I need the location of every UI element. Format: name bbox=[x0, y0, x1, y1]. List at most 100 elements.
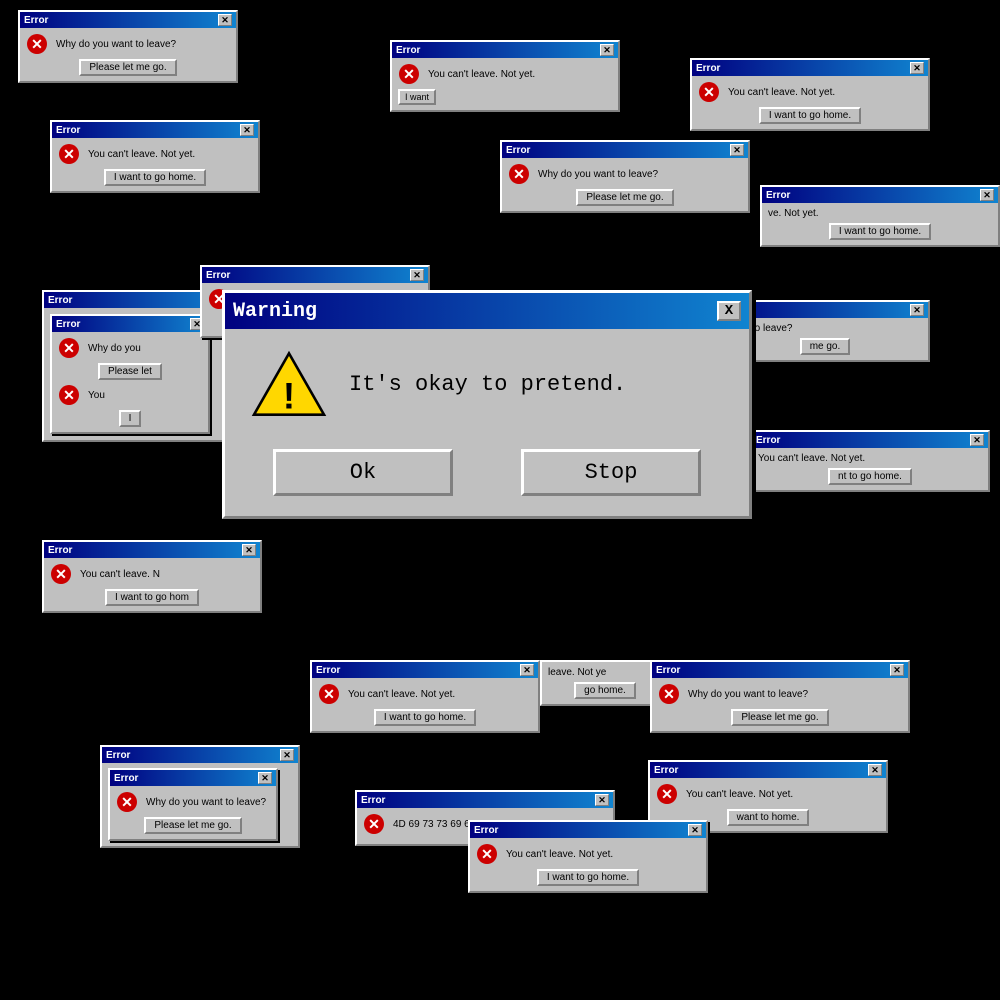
titlebar-16: Error ✕ bbox=[357, 792, 613, 808]
iwant-btn-18[interactable]: I want to go home. bbox=[537, 869, 639, 886]
msg-12: You can't leave. Not yet. bbox=[348, 689, 455, 700]
warning-triangle-icon: ! bbox=[249, 349, 329, 419]
title-7b: Error bbox=[56, 319, 80, 330]
iwant-btn-2[interactable]: I want to go home. bbox=[104, 169, 206, 186]
titlebar-6: Error ✕ bbox=[762, 187, 998, 203]
titlebar-18: Error ✕ bbox=[470, 822, 706, 838]
svg-text:✕: ✕ bbox=[63, 340, 75, 356]
error-icon-3: ✕ bbox=[398, 63, 420, 85]
title-7: Error bbox=[48, 295, 72, 306]
titlebar-3: Error ✕ bbox=[392, 42, 618, 58]
titlebar-8: Error ✕ bbox=[202, 267, 428, 283]
titlebar-17: Error ✕ bbox=[650, 762, 886, 778]
close-btn-9[interactable]: ✕ bbox=[910, 304, 924, 316]
error-icon-18: ✕ bbox=[476, 843, 498, 865]
please-btn-1[interactable]: Please let me go. bbox=[79, 59, 176, 76]
iwant-btn-4[interactable]: I want to go home. bbox=[759, 107, 861, 124]
error-icon-12: ✕ bbox=[318, 683, 340, 705]
svg-text:✕: ✕ bbox=[403, 66, 415, 82]
please-btn-14[interactable]: Please let me go. bbox=[731, 709, 828, 726]
close-btn-11[interactable]: ✕ bbox=[242, 544, 256, 556]
svg-text:✕: ✕ bbox=[121, 794, 133, 810]
title-5: Error bbox=[506, 145, 530, 156]
warning-close-btn[interactable]: X bbox=[717, 301, 741, 321]
titlebar-11: Error ✕ bbox=[44, 542, 260, 558]
error-dialog-18: Error ✕ ✕ You can't leave. Not yet. I wa… bbox=[468, 820, 708, 893]
close-btn-6[interactable]: ✕ bbox=[980, 189, 994, 201]
close-btn-15[interactable]: ✕ bbox=[280, 749, 294, 761]
msg-13: leave. Not ye bbox=[548, 667, 606, 678]
error-dialog-11: Error ✕ ✕ You can't leave. N I want to g… bbox=[42, 540, 262, 613]
btn-13[interactable]: go home. bbox=[574, 682, 636, 699]
title-16: Error bbox=[361, 795, 385, 806]
iwant-btn-10[interactable]: nt to go home. bbox=[828, 468, 912, 485]
msg-1: Why do you want to leave? bbox=[56, 39, 176, 50]
msg-15b: Why do you want to leave? bbox=[146, 797, 266, 808]
error-icon-4: ✕ bbox=[698, 81, 720, 103]
iwant-btn-7c[interactable]: I bbox=[119, 410, 142, 427]
close-btn-12[interactable]: ✕ bbox=[520, 664, 534, 676]
stop-button[interactable]: Stop bbox=[521, 449, 701, 496]
error-dialog-15: Error ✕ Error ✕ ✕ Why do you want to lea… bbox=[100, 745, 300, 848]
warning-message: It's okay to pretend. bbox=[349, 372, 626, 397]
iwant-btn-12[interactable]: I want to go home. bbox=[374, 709, 476, 726]
titlebar-4: Error ✕ bbox=[692, 60, 928, 76]
warning-titlebar: Warning X bbox=[225, 293, 749, 329]
please-btn-15b[interactable]: Please let me go. bbox=[144, 817, 241, 834]
error-icon-11: ✕ bbox=[50, 563, 72, 585]
close-btn-16[interactable]: ✕ bbox=[595, 794, 609, 806]
iwant-btn-17[interactable]: want to home. bbox=[727, 809, 810, 826]
close-btn-17[interactable]: ✕ bbox=[868, 764, 882, 776]
svg-text:✕: ✕ bbox=[31, 36, 43, 52]
titlebar-1: Error ✕ bbox=[20, 12, 236, 28]
please-btn-7b[interactable]: Please let bbox=[98, 363, 162, 380]
iwant-btn-3[interactable]: I want bbox=[398, 89, 436, 105]
title-1: Error bbox=[24, 15, 48, 26]
close-btn-10[interactable]: ✕ bbox=[970, 434, 984, 446]
close-btn-3[interactable]: ✕ bbox=[600, 44, 614, 56]
title-15b: Error bbox=[114, 773, 138, 784]
close-btn-5[interactable]: ✕ bbox=[730, 144, 744, 156]
svg-text:✕: ✕ bbox=[368, 816, 380, 832]
title-17: Error bbox=[654, 765, 678, 776]
title-10: Error bbox=[756, 435, 780, 446]
svg-text:✕: ✕ bbox=[513, 166, 525, 182]
error-dialog-3: Error ✕ ✕ You can't leave. Not yet. I wa… bbox=[390, 40, 620, 112]
svg-text:✕: ✕ bbox=[481, 846, 493, 862]
svg-text:✕: ✕ bbox=[55, 566, 67, 582]
titlebar-15b: Error ✕ bbox=[110, 770, 276, 786]
please-btn-5[interactable]: Please let me go. bbox=[576, 189, 673, 206]
title-6: Error bbox=[766, 190, 790, 201]
close-btn-14[interactable]: ✕ bbox=[890, 664, 904, 676]
title-15: Error bbox=[106, 750, 130, 761]
msg-7c: You bbox=[88, 390, 105, 401]
svg-text:✕: ✕ bbox=[663, 686, 675, 702]
close-btn-2[interactable]: ✕ bbox=[240, 124, 254, 136]
msg-3: You can't leave. Not yet. bbox=[428, 69, 535, 80]
close-btn-18[interactable]: ✕ bbox=[688, 824, 702, 836]
msg-10: You can't leave. Not yet. bbox=[758, 453, 865, 464]
iwant-btn-6[interactable]: I want to go home. bbox=[829, 223, 931, 240]
title-3: Error bbox=[396, 45, 420, 56]
msg-5: Why do you want to leave? bbox=[538, 169, 658, 180]
close-btn-1[interactable]: ✕ bbox=[218, 14, 232, 26]
svg-text:✕: ✕ bbox=[63, 146, 75, 162]
error-dialog-1: Error ✕ ✕ Why do you want to leave? Plea… bbox=[18, 10, 238, 83]
error-dialog-5: Error ✕ ✕ Why do you want to leave? Plea… bbox=[500, 140, 750, 213]
error-icon-7b: ✕ bbox=[58, 337, 80, 359]
titlebar-14: Error ✕ bbox=[652, 662, 908, 678]
titlebar-15: Error ✕ bbox=[102, 747, 298, 763]
close-btn-8[interactable]: ✕ bbox=[410, 269, 424, 281]
error-dialog-7b: Error ✕ ✕ Why do you Please let bbox=[50, 314, 210, 434]
ok-button[interactable]: Ok bbox=[273, 449, 453, 496]
close-btn-4[interactable]: ✕ bbox=[910, 62, 924, 74]
error-icon-17: ✕ bbox=[656, 783, 678, 805]
titlebar-2: Error ✕ bbox=[52, 122, 258, 138]
msg-18: You can't leave. Not yet. bbox=[506, 849, 613, 860]
please-btn-9[interactable]: me go. bbox=[800, 338, 851, 355]
title-18: Error bbox=[474, 825, 498, 836]
close-btn-15b[interactable]: ✕ bbox=[258, 772, 272, 784]
msg-17: You can't leave. Not yet. bbox=[686, 789, 793, 800]
iwant-btn-11[interactable]: I want to go hom bbox=[105, 589, 199, 606]
error-dialog-6: Error ✕ ve. Not yet. I want to go home. bbox=[760, 185, 1000, 247]
